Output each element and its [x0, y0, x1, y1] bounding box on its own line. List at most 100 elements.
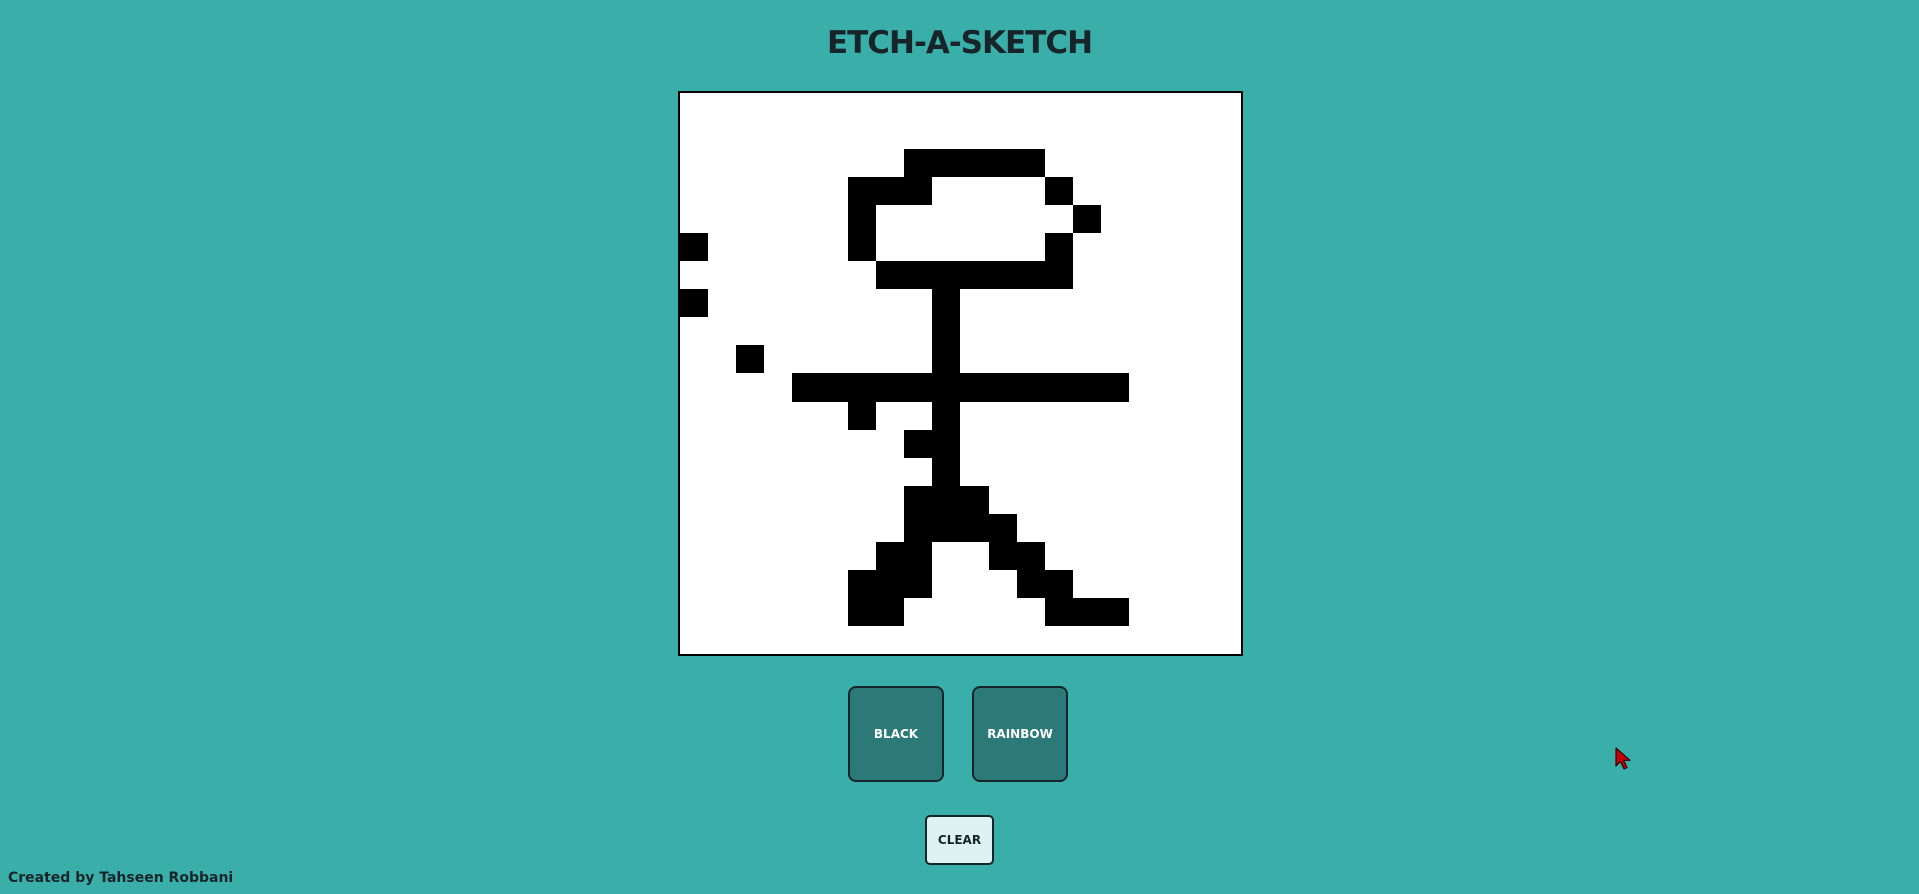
- grid-cell[interactable]: [680, 149, 709, 178]
- grid-cell[interactable]: [1016, 625, 1045, 654]
- grid-cell[interactable]: [848, 149, 877, 178]
- grid-cell[interactable]: [1184, 373, 1213, 402]
- grid-cell[interactable]: [932, 177, 961, 206]
- grid-cell[interactable]: [792, 345, 821, 374]
- grid-cell[interactable]: [1072, 569, 1101, 598]
- grid-cell[interactable]: [1044, 177, 1073, 206]
- grid-cell[interactable]: [708, 345, 737, 374]
- grid-cell[interactable]: [988, 233, 1017, 262]
- grid-cell[interactable]: [792, 261, 821, 290]
- grid-cell[interactable]: [876, 261, 905, 290]
- grid-cell[interactable]: [736, 373, 765, 402]
- grid-cell[interactable]: [876, 205, 905, 234]
- grid-cell[interactable]: [876, 177, 905, 206]
- grid-cell[interactable]: [1212, 485, 1241, 514]
- grid-cell[interactable]: [848, 93, 877, 122]
- grid-cell[interactable]: [764, 625, 793, 654]
- grid-cell[interactable]: [1016, 429, 1045, 458]
- grid-cell[interactable]: [876, 513, 905, 542]
- grid-cell[interactable]: [1072, 345, 1101, 374]
- grid-cell[interactable]: [1100, 345, 1129, 374]
- grid-cell[interactable]: [960, 121, 989, 150]
- grid-cell[interactable]: [1100, 149, 1129, 178]
- grid-cell[interactable]: [680, 429, 709, 458]
- grid-cell[interactable]: [736, 317, 765, 346]
- grid-cell[interactable]: [792, 429, 821, 458]
- sketch-board[interactable]: [678, 91, 1243, 656]
- grid-cell[interactable]: [1212, 177, 1241, 206]
- grid-cell[interactable]: [848, 345, 877, 374]
- grid-cell[interactable]: [904, 177, 933, 206]
- grid-cell[interactable]: [1044, 345, 1073, 374]
- grid-cell[interactable]: [736, 177, 765, 206]
- grid-cell[interactable]: [680, 205, 709, 234]
- grid-cell[interactable]: [848, 121, 877, 150]
- grid-cell[interactable]: [736, 205, 765, 234]
- grid-cell[interactable]: [1212, 233, 1241, 262]
- grid-cell[interactable]: [1044, 485, 1073, 514]
- grid-cell[interactable]: [680, 541, 709, 570]
- grid-cell[interactable]: [1184, 345, 1213, 374]
- grid-cell[interactable]: [1128, 541, 1157, 570]
- grid-cell[interactable]: [904, 541, 933, 570]
- grid-cell[interactable]: [1016, 485, 1045, 514]
- grid-cell[interactable]: [1100, 373, 1129, 402]
- grid-cell[interactable]: [736, 149, 765, 178]
- grid-cell[interactable]: [1128, 569, 1157, 598]
- grid-cell[interactable]: [1100, 625, 1129, 654]
- grid-cell[interactable]: [1016, 289, 1045, 318]
- grid-cell[interactable]: [1100, 121, 1129, 150]
- grid-cell[interactable]: [1128, 93, 1157, 122]
- grid-cell[interactable]: [1212, 513, 1241, 542]
- grid-cell[interactable]: [708, 373, 737, 402]
- grid-cell[interactable]: [1156, 625, 1185, 654]
- grid-cell[interactable]: [736, 597, 765, 626]
- grid-cell[interactable]: [820, 429, 849, 458]
- grid-cell[interactable]: [764, 429, 793, 458]
- grid-cell[interactable]: [1016, 233, 1045, 262]
- grid-cell[interactable]: [1044, 429, 1073, 458]
- grid-cell[interactable]: [848, 513, 877, 542]
- grid-cell[interactable]: [820, 149, 849, 178]
- grid-cell[interactable]: [680, 317, 709, 346]
- grid-cell[interactable]: [1128, 261, 1157, 290]
- grid-cell[interactable]: [1212, 569, 1241, 598]
- grid-cell[interactable]: [876, 289, 905, 318]
- grid-cell[interactable]: [736, 233, 765, 262]
- grid-cell[interactable]: [1100, 205, 1129, 234]
- grid-cell[interactable]: [988, 261, 1017, 290]
- grid-cell[interactable]: [1184, 429, 1213, 458]
- grid-cell[interactable]: [1044, 233, 1073, 262]
- grid-cell[interactable]: [792, 93, 821, 122]
- grid-cell[interactable]: [1212, 121, 1241, 150]
- grid-cell[interactable]: [932, 541, 961, 570]
- grid-cell[interactable]: [1072, 93, 1101, 122]
- grid-cell[interactable]: [1184, 457, 1213, 486]
- grid-cell[interactable]: [792, 233, 821, 262]
- grid-cell[interactable]: [764, 149, 793, 178]
- grid-cell[interactable]: [764, 121, 793, 150]
- grid-cell[interactable]: [932, 457, 961, 486]
- rainbow-mode-button[interactable]: RAINBOW: [972, 686, 1068, 782]
- grid-cell[interactable]: [876, 457, 905, 486]
- grid-cell[interactable]: [876, 93, 905, 122]
- grid-cell[interactable]: [792, 541, 821, 570]
- grid-cell[interactable]: [904, 317, 933, 346]
- grid-cell[interactable]: [708, 93, 737, 122]
- grid-cell[interactable]: [1212, 457, 1241, 486]
- grid-cell[interactable]: [1044, 401, 1073, 430]
- grid-cell[interactable]: [792, 177, 821, 206]
- grid-cell[interactable]: [820, 205, 849, 234]
- grid-cell[interactable]: [1156, 121, 1185, 150]
- grid-cell[interactable]: [680, 597, 709, 626]
- grid-cell[interactable]: [792, 289, 821, 318]
- grid-cell[interactable]: [1212, 345, 1241, 374]
- grid-cell[interactable]: [1072, 205, 1101, 234]
- grid-cell[interactable]: [1184, 205, 1213, 234]
- grid-cell[interactable]: [1128, 457, 1157, 486]
- grid-cell[interactable]: [1044, 93, 1073, 122]
- grid-cell[interactable]: [708, 513, 737, 542]
- grid-cell[interactable]: [988, 541, 1017, 570]
- grid-cell[interactable]: [1016, 569, 1045, 598]
- black-mode-button[interactable]: BLACK: [848, 686, 944, 782]
